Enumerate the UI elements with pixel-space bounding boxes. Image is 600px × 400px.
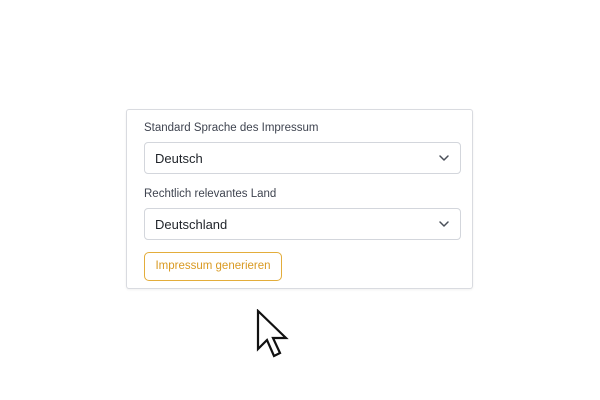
page: Standard Sprache des Impressum Deutsch R… bbox=[0, 0, 600, 400]
country-select[interactable]: Deutschland bbox=[144, 208, 461, 240]
language-select[interactable]: Deutsch bbox=[144, 142, 461, 174]
chevron-down-icon bbox=[438, 152, 450, 164]
generate-impressum-button[interactable]: Impressum generieren bbox=[144, 252, 282, 281]
chevron-down-icon bbox=[438, 218, 450, 230]
country-label: Rechtlich relevantes Land bbox=[144, 188, 277, 200]
country-select-value: Deutschland bbox=[155, 217, 228, 232]
impressum-form-card: Standard Sprache des Impressum Deutsch R… bbox=[126, 109, 473, 289]
language-select-value: Deutsch bbox=[155, 151, 203, 166]
language-label: Standard Sprache des Impressum bbox=[144, 122, 319, 134]
mouse-pointer-icon bbox=[256, 309, 292, 361]
